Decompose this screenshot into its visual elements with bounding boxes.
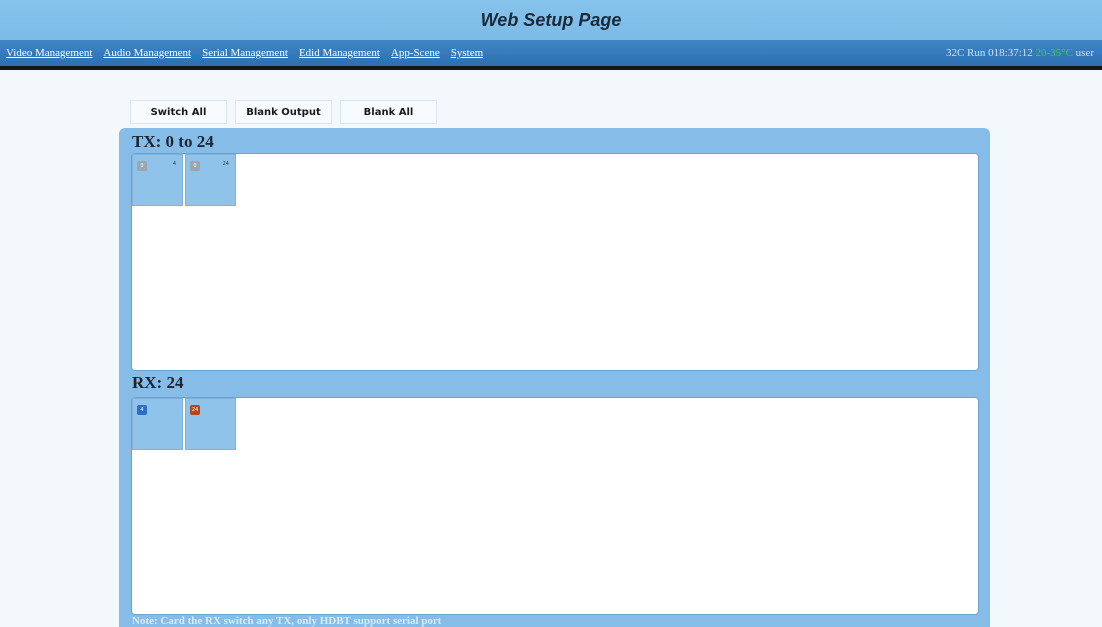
matrix-panel: TX: 0 to 24 0 4 0 24 RX: 24 4 24 Note: C…: [119, 128, 990, 627]
nav-link-video-management[interactable]: Video Management: [6, 47, 92, 59]
rx-card-badge: 24: [190, 405, 200, 415]
rx-card-area: 4 24: [131, 397, 979, 615]
nav-link-audio-management[interactable]: Audio Management: [103, 47, 191, 59]
rx-card-badge: 4: [137, 405, 147, 415]
tx-card-number: 24: [222, 161, 229, 167]
tx-card-badge: 0: [137, 161, 147, 171]
user-label[interactable]: user: [1076, 47, 1094, 59]
run-label: Run: [967, 47, 986, 59]
nav-bar: Video Management Audio Management Serial…: [0, 40, 1102, 70]
blank-all-button[interactable]: Blank All: [340, 100, 437, 124]
status-readout: 32C Run 018:37:12 20-35°C user: [946, 47, 1094, 59]
nav-link-app-scene[interactable]: App-Scene: [391, 47, 440, 59]
rx-card[interactable]: 4: [132, 398, 183, 450]
nav-link-edid-management[interactable]: Edid Management: [299, 47, 380, 59]
tx-card-badge: 0: [190, 161, 200, 171]
note-text: Note: Card the RX switch any TX, only HD…: [132, 615, 442, 627]
switch-all-button[interactable]: Switch All: [130, 100, 227, 124]
tx-section-title: TX: 0 to 24: [132, 132, 214, 151]
page-title: Web Setup Page: [480, 10, 622, 30]
rx-section-title: RX: 24: [132, 373, 184, 392]
tx-card[interactable]: 0 4: [132, 154, 183, 206]
temperature-range: 20-35°C: [1035, 47, 1073, 59]
tx-card-area: 0 4 0 24: [131, 153, 979, 371]
nav-link-serial-management[interactable]: Serial Management: [202, 47, 288, 59]
blank-output-button[interactable]: Blank Output: [235, 100, 332, 124]
run-time: 018:37:12: [988, 47, 1033, 59]
tx-card[interactable]: 0 24: [185, 154, 236, 206]
temperature: 32C: [945, 47, 965, 59]
nav-link-system[interactable]: System: [451, 47, 483, 59]
action-buttons: Switch All Blank Output Blank All: [130, 100, 437, 124]
title-bar: Web Setup Page: [0, 0, 1102, 40]
nav-links: Video Management Audio Management Serial…: [6, 47, 483, 59]
rx-card[interactable]: 24: [185, 398, 236, 450]
tx-card-number: 4: [172, 161, 176, 167]
